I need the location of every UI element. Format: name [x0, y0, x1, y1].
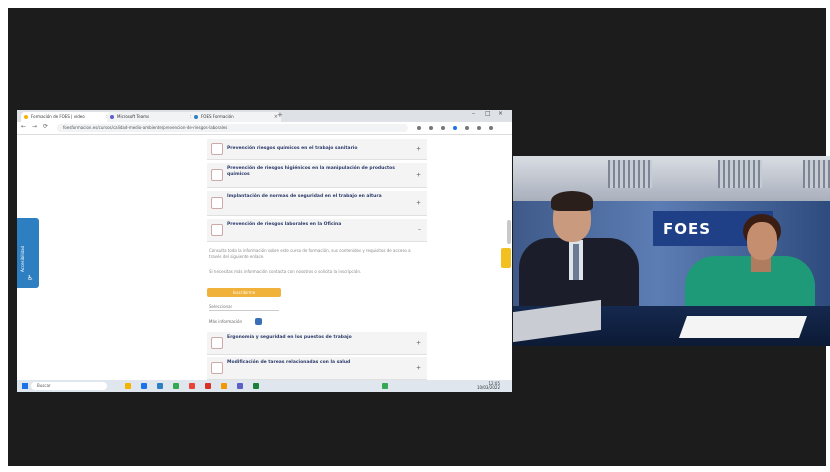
taskbar-search-input[interactable]: Buscar — [31, 382, 107, 390]
course-item-label: Modificación de tareas relacionadas con … — [227, 360, 351, 365]
teams-icon[interactable] — [237, 383, 243, 389]
menu-icon[interactable] — [489, 126, 493, 130]
ceiling-vent — [718, 160, 762, 188]
shared-screen: Formación de FOES | vídeo × Microsoft Te… — [17, 110, 512, 392]
accessibility-side-tab[interactable]: Accesibilidad ♿ — [17, 218, 39, 288]
speaker-man-hair — [551, 191, 593, 211]
extension-icon[interactable] — [417, 126, 421, 130]
help-side-tab[interactable] — [501, 248, 511, 268]
course-icon — [211, 224, 223, 236]
back-icon[interactable]: ← — [21, 123, 26, 130]
edge-icon[interactable] — [141, 383, 147, 389]
course-item[interactable]: Implantación de normas de seguridad en e… — [207, 191, 427, 216]
course-icon — [211, 143, 223, 155]
course-item[interactable]: Prevención de riesgos laborales en la Of… — [207, 219, 427, 242]
speaker-tie — [573, 244, 579, 280]
course-icon — [211, 197, 223, 209]
scrollbar-thumb[interactable] — [507, 220, 511, 244]
course-icon — [211, 337, 223, 349]
course-icon — [211, 169, 223, 181]
course-item-label: Prevención de riesgos higiénicos en la m… — [227, 166, 395, 177]
browser-tab-label: FOES Formación — [201, 114, 234, 119]
accessibility-label: Accesibilidad — [20, 245, 25, 272]
expand-icon[interactable]: + — [416, 365, 421, 372]
course-icon — [211, 362, 223, 374]
system-tray-clock[interactable]: 12:05 10/03/2022 — [477, 382, 500, 390]
reload-icon[interactable]: ⟳ — [43, 123, 48, 130]
camera-feed: FOES — [513, 156, 830, 346]
enroll-button[interactable]: Inscribirme — [207, 288, 281, 297]
accessibility-icon: ♿ — [27, 274, 34, 282]
excel-icon[interactable] — [253, 383, 259, 389]
paper-sheet — [678, 316, 808, 338]
address-bar-row: ← → ⟳ foesformacion.es/cursos/calidad-me… — [17, 122, 512, 135]
browser-tab-label: Formación de FOES | vídeo — [31, 114, 85, 119]
browser-tab-label: Microsoft Teams — [117, 114, 150, 119]
course-item[interactable]: Prevención riesgos químicos en el trabaj… — [207, 139, 427, 160]
collapse-icon[interactable]: – — [418, 227, 421, 234]
info-paragraph: Si necesitas más información contacta co… — [209, 269, 362, 274]
ceiling-vent — [803, 160, 830, 188]
browser-tab-3[interactable]: FOES Formación × — [191, 112, 281, 122]
favicon-icon — [110, 115, 114, 119]
close-window-button[interactable]: × — [498, 110, 503, 117]
chrome-icon[interactable] — [189, 383, 195, 389]
store-icon[interactable] — [173, 383, 179, 389]
brand-logo: FOES — [663, 220, 712, 238]
course-item-label: Prevención de riesgos laborales en la Of… — [227, 222, 342, 227]
favicon-icon — [24, 115, 28, 119]
expand-icon[interactable]: + — [416, 172, 421, 179]
video-call-stage: Formación de FOES | vídeo × Microsoft Te… — [8, 8, 830, 466]
forward-icon[interactable]: → — [32, 123, 37, 130]
course-item[interactable]: Modificación de tareas relacionadas con … — [207, 357, 427, 380]
browser-tab-1[interactable]: Formación de FOES | vídeo × — [21, 112, 113, 122]
folder-icon[interactable] — [125, 383, 131, 389]
course-item-label: Ergonomía y seguridad en los puestos de … — [227, 335, 352, 340]
course-item-label: Implantación de normas de seguridad en e… — [227, 194, 382, 199]
ceiling-vent — [608, 160, 652, 188]
course-select[interactable]: Seleccionar — [209, 303, 279, 311]
section-label: Más información — [209, 319, 242, 324]
expand-icon[interactable]: + — [416, 146, 421, 153]
browser-tab-2[interactable]: Microsoft Teams × — [107, 112, 197, 122]
extension-icon[interactable] — [477, 126, 481, 130]
speaker-woman-head — [747, 222, 777, 260]
extension-icon[interactable] — [429, 126, 433, 130]
expand-icon[interactable]: + — [416, 340, 421, 347]
app-icon[interactable] — [205, 383, 211, 389]
weather-icon[interactable] — [382, 383, 388, 389]
info-paragraph: Consulta toda la información sobre este … — [209, 248, 411, 259]
tray-date: 10/03/2022 — [476, 385, 500, 390]
app-icon[interactable] — [221, 383, 227, 389]
extension-icon[interactable] — [465, 126, 469, 130]
start-icon[interactable] — [22, 383, 28, 389]
bookmark-icon[interactable] — [441, 126, 445, 130]
maximize-button[interactable]: □ — [485, 110, 491, 117]
minimize-button[interactable]: – — [472, 110, 475, 117]
course-item[interactable]: Prevención de riesgos higiénicos en la m… — [207, 163, 427, 188]
expand-icon[interactable]: + — [416, 200, 421, 207]
info-icon[interactable] — [255, 318, 262, 325]
profile-icon[interactable] — [453, 126, 457, 130]
browser-tab-bar: Formación de FOES | vídeo × Microsoft Te… — [17, 110, 512, 122]
url-input[interactable]: foesformacion.es/cursos/calidad-medio-am… — [57, 124, 408, 132]
windows-taskbar: Buscar 12:05 10/03/2022 — [17, 380, 512, 392]
mail-icon[interactable] — [157, 383, 163, 389]
course-item[interactable]: Ergonomía y seguridad en los puestos de … — [207, 332, 427, 355]
favicon-icon — [194, 115, 198, 119]
new-tab-button[interactable]: + — [277, 111, 283, 119]
course-item-label: Prevención riesgos químicos en el trabaj… — [227, 146, 358, 151]
